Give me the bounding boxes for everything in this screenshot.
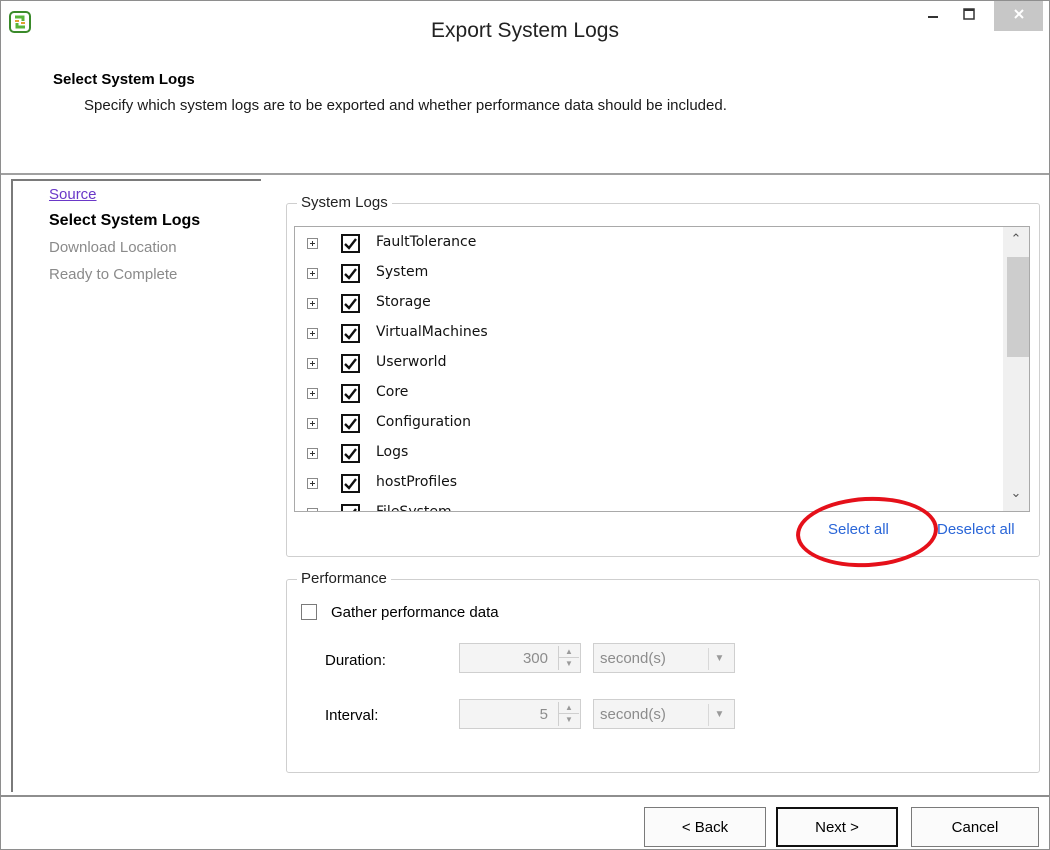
log-label: Userworld [376, 354, 447, 370]
checkmark-icon [344, 448, 357, 460]
nav-step-select-system-logs: Select System Logs [49, 212, 201, 229]
expand-plus-icon[interactable] [307, 238, 318, 249]
duration-unit-select[interactable]: second(s) ▼ [593, 643, 735, 673]
chevron-down-icon[interactable]: ▼ [708, 704, 730, 726]
duration-spinner[interactable]: 300 ▲ ▼ [459, 643, 581, 673]
log-label: Logs [376, 444, 409, 460]
checkmark-icon [344, 418, 357, 430]
expand-plus-icon[interactable] [307, 268, 318, 279]
checkmark-icon [344, 358, 357, 370]
log-checkbox[interactable] [341, 354, 360, 373]
export-system-logs-window: Export System Logs Select System Logs Sp… [0, 0, 1050, 850]
footer-divider [1, 795, 1049, 797]
interval-unit-select[interactable]: second(s) ▼ [593, 699, 735, 729]
log-label: FaultTolerance [376, 234, 477, 250]
log-label: Core [376, 384, 409, 400]
expand-plus-icon[interactable] [307, 478, 318, 489]
spin-down-icon[interactable]: ▼ [559, 658, 579, 670]
chevron-down-icon[interactable]: ▼ [708, 648, 730, 670]
tree-row[interactable]: System [295, 259, 995, 289]
maximize-icon [962, 7, 976, 25]
minimize-button[interactable] [915, 1, 951, 31]
duration-unit-value: second(s) [600, 650, 666, 667]
expand-plus-icon[interactable] [307, 328, 318, 339]
log-checkbox[interactable] [341, 294, 360, 313]
close-button[interactable] [994, 1, 1043, 31]
checkmark-icon [344, 238, 357, 250]
page-description: Specify which system logs are to be expo… [84, 97, 727, 114]
log-checkbox[interactable] [341, 474, 360, 493]
spin-up-icon[interactable]: ▲ [559, 702, 579, 714]
tree-row[interactable]: Configuration [295, 409, 995, 439]
tree-row[interactable]: Storage [295, 289, 995, 319]
expand-plus-icon[interactable] [307, 448, 318, 459]
duration-label: Duration: [325, 652, 386, 669]
back-button[interactable]: < Back [644, 807, 766, 847]
scroll-thumb[interactable] [1007, 257, 1029, 357]
interval-label: Interval: [325, 707, 379, 724]
expand-plus-icon[interactable] [307, 388, 318, 399]
spin-down-icon[interactable]: ▼ [559, 714, 579, 726]
log-label: Storage [376, 294, 431, 310]
log-label: hostProfiles [376, 474, 458, 490]
maximize-button[interactable] [951, 1, 987, 31]
nav-step-download-location: Download Location [49, 239, 177, 256]
log-checkbox[interactable] [341, 504, 360, 511]
log-checkbox[interactable] [341, 234, 360, 253]
close-icon [1012, 7, 1026, 25]
deselect-all-link[interactable]: Deselect all [937, 521, 1015, 538]
window-title: Export System Logs [431, 19, 619, 42]
tree-row[interactable]: hostProfiles [295, 469, 995, 499]
tree-row[interactable]: VirtualMachines [295, 319, 995, 349]
log-checkbox[interactable] [341, 264, 360, 283]
expand-plus-icon[interactable] [307, 358, 318, 369]
nav-step-source[interactable]: Source [49, 186, 97, 203]
log-label: Configuration [376, 414, 471, 430]
log-checkbox[interactable] [341, 324, 360, 343]
cancel-button[interactable]: Cancel [911, 807, 1039, 847]
tree-scrollbar[interactable]: ⌃ ⌄ [1003, 227, 1029, 511]
header-divider [1, 173, 1049, 175]
log-checkbox[interactable] [341, 444, 360, 463]
tree-row[interactable]: FaultTolerance [295, 229, 995, 259]
nav-step-ready-to-complete: Ready to Complete [49, 266, 178, 283]
duration-value: 300 [522, 650, 548, 667]
expand-plus-icon[interactable] [307, 298, 318, 309]
checkmark-icon [344, 328, 357, 340]
log-label: FileSystem [376, 504, 452, 512]
interval-unit-value: second(s) [600, 706, 666, 723]
tree-row[interactable]: FileSystem [295, 499, 995, 512]
select-all-link[interactable]: Select all [828, 521, 889, 538]
log-label: System [376, 264, 429, 280]
title-bar: Export System Logs [1, 1, 1049, 61]
system-logs-legend: System Logs [297, 194, 392, 211]
scroll-down-arrow-icon[interactable]: ⌄ [1003, 485, 1029, 505]
next-button[interactable]: Next > [776, 807, 898, 847]
performance-legend: Performance [297, 570, 391, 587]
checkmark-icon [352, 508, 357, 511]
expand-plus-icon[interactable] [307, 508, 318, 511]
interval-spin-buttons[interactable]: ▲ ▼ [558, 702, 579, 726]
checkmark-icon [344, 478, 357, 490]
log-checkbox[interactable] [341, 414, 360, 433]
duration-spin-buttons[interactable]: ▲ ▼ [558, 646, 579, 670]
checkmark-icon [344, 298, 357, 310]
minimize-icon [926, 7, 940, 25]
system-logs-tree[interactable]: FaultTolerance System Storage VirtualMachin… [294, 226, 1030, 512]
spin-up-icon[interactable]: ▲ [559, 646, 579, 658]
gather-performance-checkbox[interactable] [301, 604, 317, 620]
tree-row[interactable]: Userworld [295, 349, 995, 379]
expand-plus-icon[interactable] [307, 418, 318, 429]
gather-performance-label: Gather performance data [331, 604, 499, 621]
tree-row[interactable]: Core [295, 379, 995, 409]
page-title: Select System Logs [53, 71, 195, 88]
log-label: VirtualMachines [376, 324, 488, 340]
checkmark-icon [344, 388, 357, 400]
interval-value: 5 [539, 706, 548, 723]
tree-row[interactable]: Logs [295, 439, 995, 469]
checkmark-icon [344, 268, 357, 280]
interval-spinner[interactable]: 5 ▲ ▼ [459, 699, 581, 729]
log-checkbox[interactable] [341, 384, 360, 403]
scroll-up-arrow-icon[interactable]: ⌃ [1003, 231, 1029, 251]
